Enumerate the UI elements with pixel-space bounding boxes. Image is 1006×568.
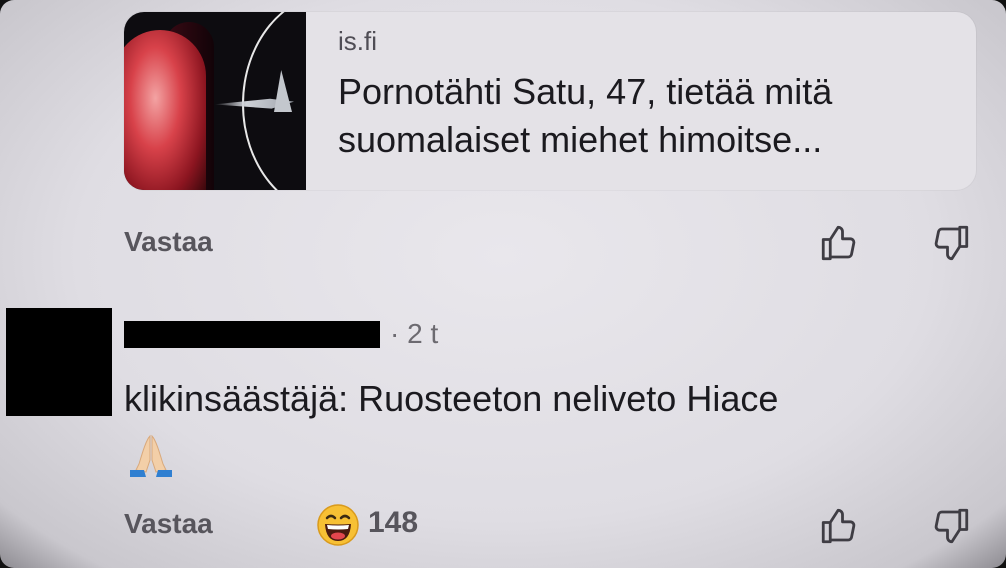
link-preview-card[interactable]: is.fi Pornotähti Satu, 47, tietää mitä s… — [124, 12, 976, 190]
laughing-face-icon[interactable] — [316, 503, 360, 547]
comment-text: klikinsäästäjä: Ruosteeton neliveto Hiac… — [124, 378, 779, 419]
link-domain: is.fi — [338, 26, 377, 56]
link-thumbnail — [124, 12, 306, 190]
link-headline[interactable]: Pornotähti Satu, 47, tietää mitä suomala… — [338, 68, 958, 164]
folded-hands-icon — [130, 434, 172, 477]
comment-reply-button[interactable]: Vastaa — [124, 508, 213, 540]
reply-button[interactable]: Vastaa — [124, 226, 213, 258]
reaction-count: 148 — [368, 506, 419, 539]
comment-thumbs-up-icon[interactable] — [818, 505, 860, 547]
redacted-username[interactable] — [124, 321, 380, 348]
comment-timestamp: · 2 t — [390, 318, 439, 349]
thumbs-up-icon[interactable] — [818, 222, 860, 264]
thumbs-down-icon[interactable] — [930, 222, 972, 264]
avatar[interactable] — [6, 308, 112, 416]
thumbnail-face-shape — [124, 30, 206, 190]
comment-thumbs-down-icon[interactable] — [930, 505, 972, 547]
screen: is.fi Pornotähti Satu, 47, tietää mitä s… — [0, 0, 1006, 568]
